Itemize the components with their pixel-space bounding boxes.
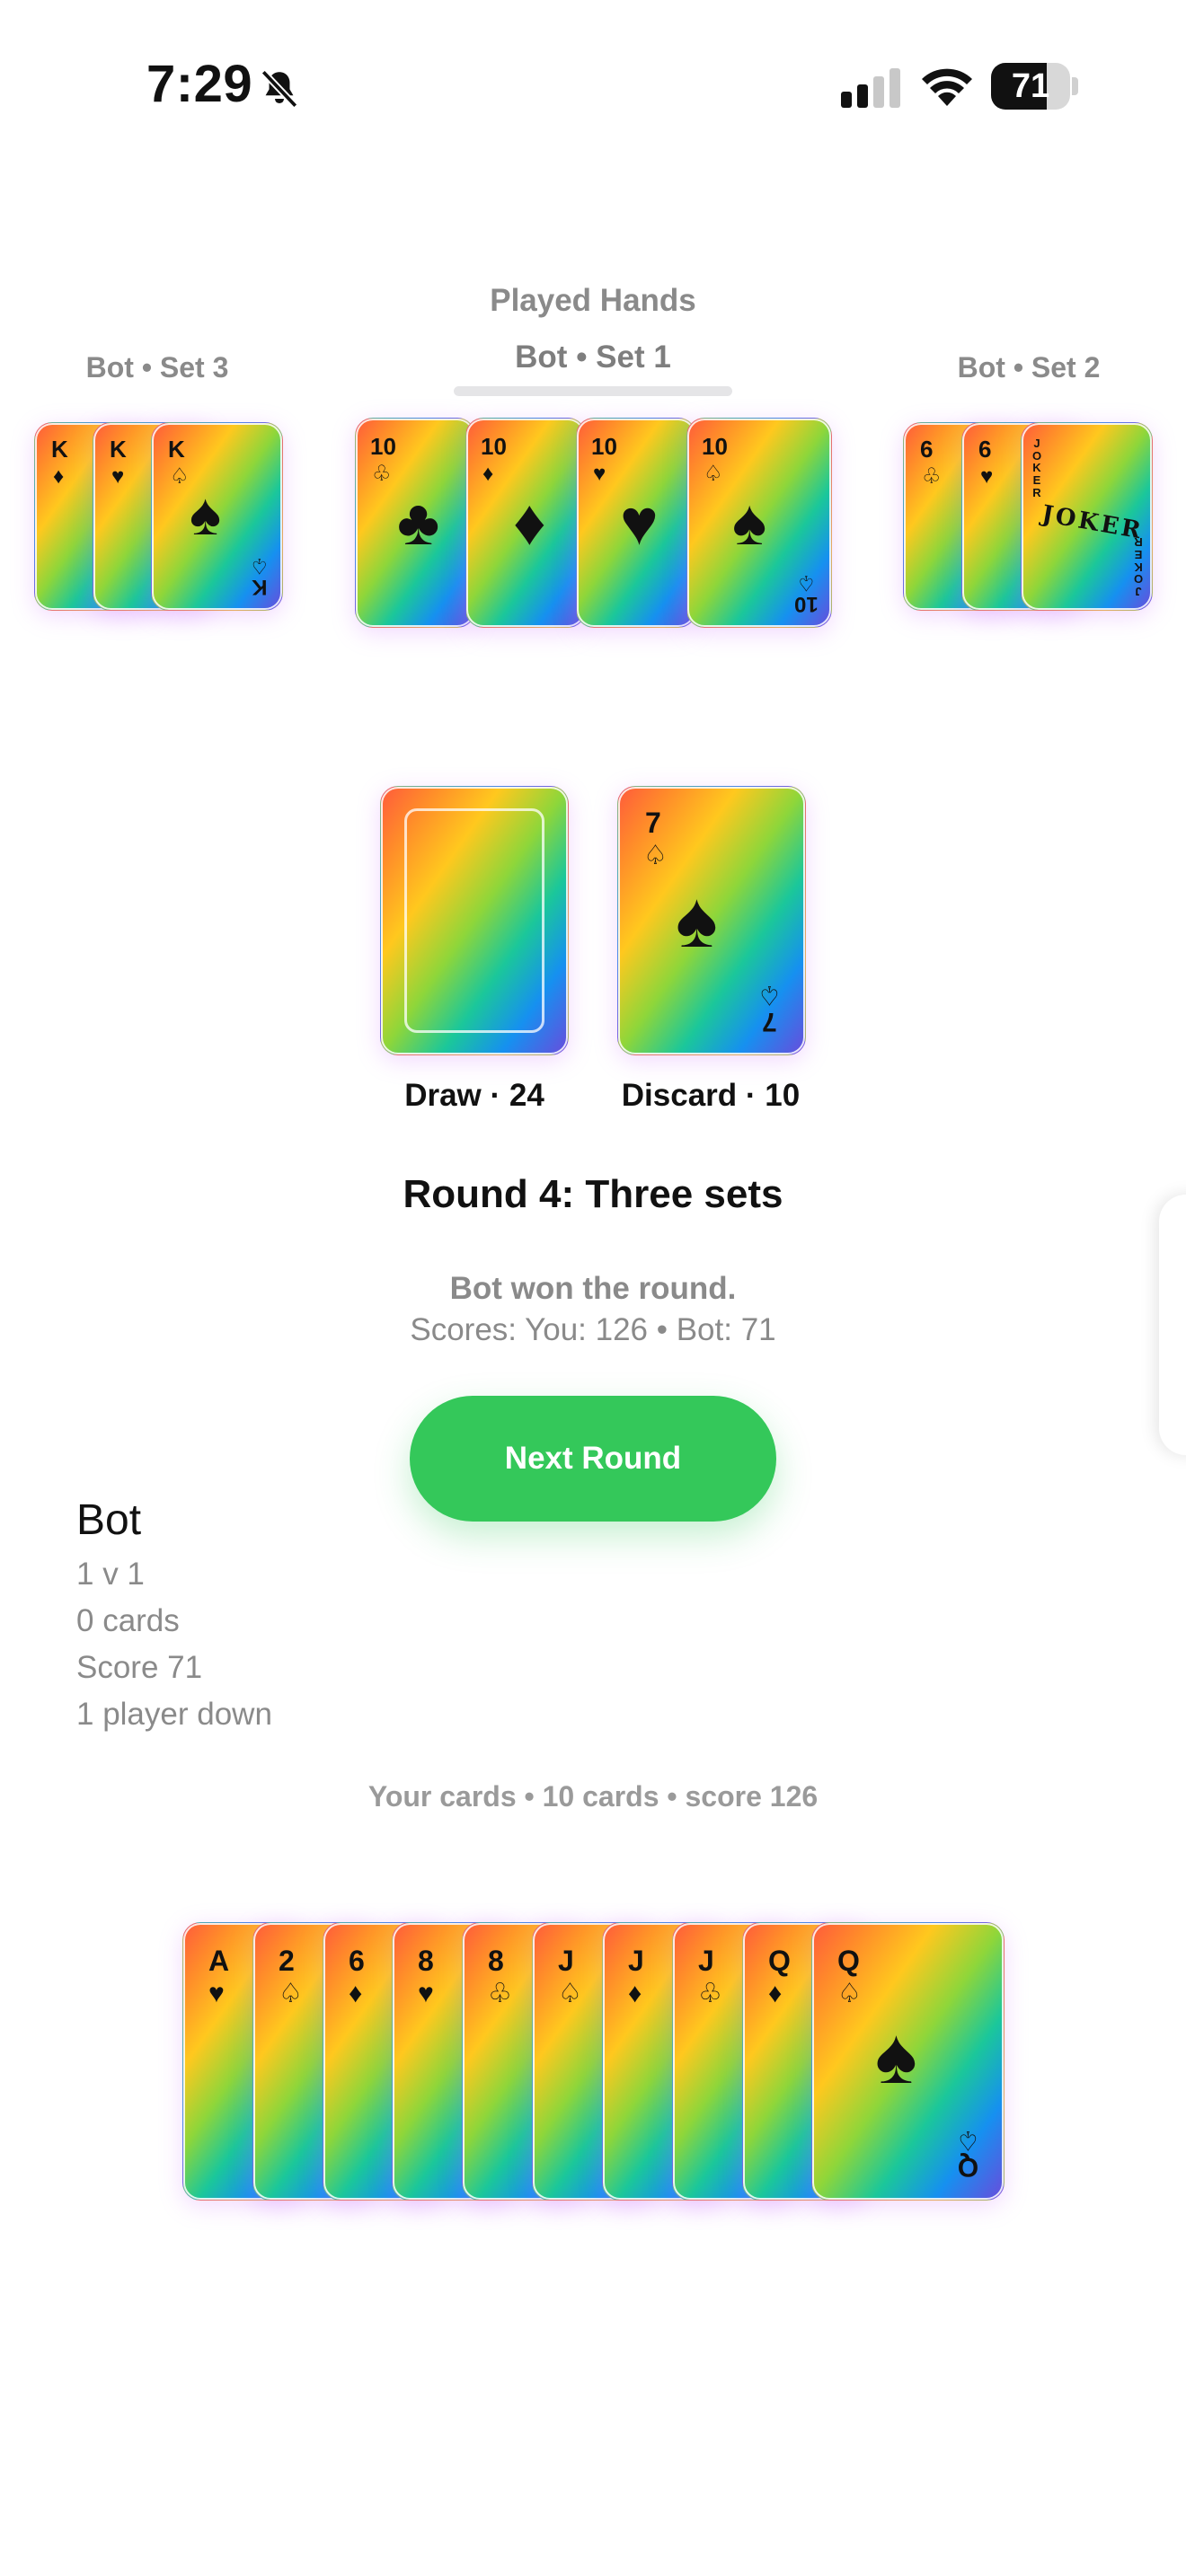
status-time: 7:29 <box>146 55 253 113</box>
draw-pile[interactable] <box>380 786 569 1055</box>
opponent-card-count: 0 cards <box>76 1603 180 1638</box>
playing-card: 10 ♤ ♠ 10 ♤ <box>686 418 832 628</box>
bell-muted-icon <box>261 69 298 109</box>
discard-pile-label: Discard · 10 <box>621 1078 801 1113</box>
set-scroll-indicator <box>454 386 732 396</box>
set-label-set2: Bot • Set 2 <box>957 351 1101 384</box>
joker-card: JOKER JOKER JOKER <box>1021 422 1153 611</box>
side-drawer-handle[interactable] <box>1159 1195 1186 1455</box>
played-hands-title: Played Hands <box>490 283 696 318</box>
battery-level: 71 <box>1011 67 1050 105</box>
opponent-score: Score 71 <box>76 1650 203 1685</box>
signal-icon <box>841 68 900 108</box>
playing-card: 10 ♧ ♣ <box>355 418 475 628</box>
hand-card[interactable]: Q ♤ ♠ Q ♤ <box>811 1922 1005 2201</box>
hand-summary: Your cards • 10 cards • score 126 <box>367 1780 819 1813</box>
opponent-status: 1 player down <box>76 1697 272 1732</box>
next-round-button[interactable]: Next Round <box>410 1396 776 1522</box>
set-label-set3: Bot • Set 3 <box>85 351 229 384</box>
round-title: Round 4: Three sets <box>403 1172 783 1216</box>
discard-pile[interactable]: 7 ♤ ♠ 7 ♤ <box>617 786 806 1055</box>
opponent-mode: 1 v 1 <box>76 1557 145 1592</box>
round-result: Bot won the round. <box>449 1271 737 1306</box>
playing-card: K ♤ ♠ K ♤ <box>151 422 283 611</box>
battery-icon: 71 <box>991 63 1078 110</box>
opponent-name: Bot <box>76 1496 142 1544</box>
scores-text: Scores: You: 126 • Bot: 71 <box>410 1312 776 1347</box>
playing-card: 10 ♥ ♥ <box>576 418 696 628</box>
set-label-set1: Bot • Set 1 <box>515 340 671 375</box>
wifi-icon <box>922 68 972 106</box>
draw-pile-label: Draw · 24 <box>404 1078 544 1113</box>
playing-card: 10 ♦ ♦ <box>465 418 586 628</box>
